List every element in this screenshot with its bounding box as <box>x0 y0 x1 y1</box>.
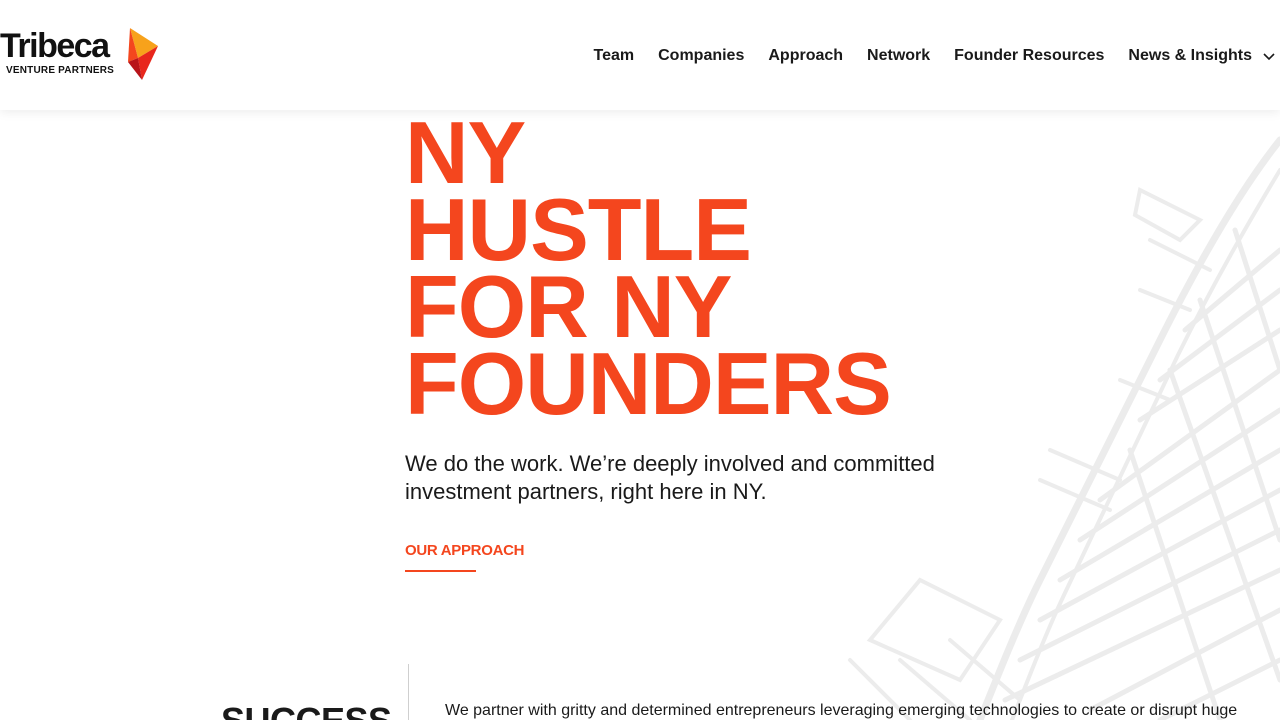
logo-wordmark: Tribeca <box>0 27 110 65</box>
nav-news-insights-label: News & Insights <box>1128 47 1252 65</box>
tribeca-arrow-logo-icon <box>128 28 158 80</box>
nav-approach[interactable]: Approach <box>768 45 843 67</box>
nav-news-insights[interactable]: News & Insights <box>1128 45 1280 67</box>
main-navigation: Team Companies Approach Network Founder … <box>594 44 1280 68</box>
cta-underline <box>405 570 476 572</box>
hero-subtitle: We do the work. We’re deeply involved an… <box>405 451 935 504</box>
logo-subtitle: VENTURE PARTNERS <box>6 65 115 76</box>
chevron-down-icon[interactable] <box>1258 45 1280 67</box>
nav-team[interactable]: Team <box>594 45 635 67</box>
hero-title-line: FOUNDERS <box>405 334 892 433</box>
nav-companies[interactable]: Companies <box>658 45 744 67</box>
section-divider <box>408 664 409 720</box>
site-header: Tribeca VENTURE PARTNERS Team Companies … <box>0 0 1280 110</box>
success-heading: SUCCESS <box>221 700 392 720</box>
nav-founder-resources[interactable]: Founder Resources <box>954 45 1104 67</box>
success-intro-text: We partner with gritty and determined en… <box>445 702 1238 719</box>
nav-network[interactable]: Network <box>867 45 930 67</box>
tribeca-logo[interactable]: Tribeca VENTURE PARTNERS <box>0 28 160 82</box>
our-approach-link[interactable]: OUR APPROACH <box>405 542 524 559</box>
hero-section: NY HUSTLE FOR NY FOUNDERS We do the work… <box>405 109 965 572</box>
hero-title: NY HUSTLE FOR NY FOUNDERS <box>405 109 965 433</box>
